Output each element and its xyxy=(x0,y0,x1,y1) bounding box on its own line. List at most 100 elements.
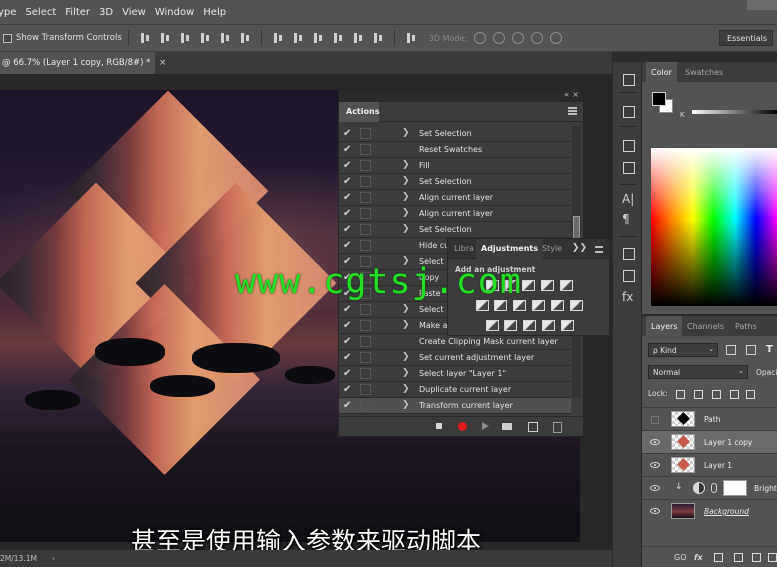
play-icon[interactable] xyxy=(480,421,491,432)
properties-icon[interactable] xyxy=(621,104,635,118)
visibility-off-icon[interactable] xyxy=(651,416,659,424)
menu-help[interactable]: Help xyxy=(203,7,235,18)
trash-icon[interactable] xyxy=(551,421,562,433)
check-icon[interactable]: ✔ xyxy=(343,336,351,347)
action-row[interactable]: ✔ ❯ Duplicate current layer xyxy=(339,382,571,398)
distribute-top-icon[interactable] xyxy=(272,32,284,44)
align-hcenter-icon[interactable] xyxy=(219,32,231,44)
check-icon[interactable]: ✔ xyxy=(343,384,351,395)
check-icon[interactable]: ✔ xyxy=(343,368,351,379)
expand-icon[interactable]: ❯ xyxy=(402,320,410,330)
action-row[interactable]: ✔ ❯ Align current layer xyxy=(339,206,571,222)
brush-presets-icon[interactable] xyxy=(621,160,635,174)
dialog-toggle[interactable] xyxy=(360,240,371,251)
dialog-toggle[interactable] xyxy=(360,320,371,331)
layer-name[interactable]: Background xyxy=(704,507,749,516)
history-icon[interactable] xyxy=(621,72,635,86)
curves-icon[interactable] xyxy=(522,280,535,291)
tab-channels[interactable]: Channels xyxy=(682,316,729,336)
channel-mixer-icon[interactable] xyxy=(551,300,564,311)
3d-roll-icon[interactable] xyxy=(493,32,506,44)
blend-mode-select[interactable]: Normal ⌄ xyxy=(648,365,748,379)
check-icon[interactable]: ✔ xyxy=(343,192,351,203)
dialog-toggle[interactable] xyxy=(360,336,371,347)
check-icon[interactable]: ✔ xyxy=(343,128,351,139)
posterize-icon[interactable] xyxy=(504,320,517,331)
workspace-switcher[interactable]: Essentials xyxy=(719,30,773,46)
layer-name[interactable]: Path xyxy=(704,415,720,424)
expand-icon[interactable]: ❯ xyxy=(402,160,410,170)
brush-icon[interactable] xyxy=(621,138,635,152)
check-icon[interactable]: ✔ xyxy=(343,240,351,251)
eye-icon[interactable] xyxy=(650,485,660,491)
new-layer-icon[interactable] xyxy=(768,553,777,562)
fx-icon[interactable]: fx xyxy=(694,553,703,562)
expand-icon[interactable]: ❯ xyxy=(402,400,410,410)
action-row[interactable]: ✔ Reset Swatches xyxy=(339,142,571,158)
lock-position-icon[interactable] xyxy=(712,390,721,399)
3d-rotate-icon[interactable] xyxy=(474,32,487,44)
new-group-icon[interactable] xyxy=(752,553,761,562)
layer-name[interactable]: Brightn xyxy=(754,484,777,493)
layer-row[interactable]: Path xyxy=(642,407,777,430)
add-mask-icon[interactable] xyxy=(714,553,723,562)
tab-libraries[interactable]: Libra xyxy=(454,244,474,253)
lock-transparent-icon[interactable] xyxy=(676,390,685,399)
distribute-bottom-icon[interactable] xyxy=(312,32,324,44)
distribute-hcenter-icon[interactable] xyxy=(352,32,364,44)
filter-adjustment-icon[interactable] xyxy=(746,345,756,355)
dock-header[interactable] xyxy=(642,52,777,62)
eye-icon[interactable] xyxy=(650,439,660,445)
lock-artboard-icon[interactable] xyxy=(730,390,739,399)
dialog-toggle[interactable] xyxy=(360,128,371,139)
menu-window[interactable]: Window xyxy=(155,7,203,18)
filter-pixel-icon[interactable] xyxy=(726,345,736,355)
expand-icon[interactable]: ❯ xyxy=(402,304,410,314)
dialog-toggle[interactable] xyxy=(360,400,371,411)
align-bottom-icon[interactable] xyxy=(179,32,191,44)
lock-all-icon[interactable] xyxy=(746,390,755,399)
align-right-icon[interactable] xyxy=(239,32,251,44)
dialog-toggle[interactable] xyxy=(360,384,371,395)
libraries-icon[interactable] xyxy=(621,246,635,260)
strip-header[interactable] xyxy=(613,52,641,62)
dialog-toggle[interactable] xyxy=(360,224,371,235)
distribute-vcenter-icon[interactable] xyxy=(292,32,304,44)
tab-layers[interactable]: Layers xyxy=(646,316,683,336)
panel-menu-icon[interactable] xyxy=(568,107,577,115)
action-row[interactable]: ✔ ❯ Set Selection xyxy=(339,222,571,238)
dialog-toggle[interactable] xyxy=(360,160,371,171)
menu-filter[interactable]: Filter xyxy=(65,7,99,18)
action-row[interactable]: ✔ ❯ Set Selection xyxy=(339,126,571,142)
new-action-icon[interactable] xyxy=(527,421,538,432)
check-icon[interactable]: ✔ xyxy=(343,208,351,219)
gradient-map-icon[interactable] xyxy=(561,320,574,331)
action-row[interactable]: ✔ ❯ Align current layer xyxy=(339,190,571,206)
menu-type[interactable]: ype xyxy=(0,7,25,18)
distribute-right-icon[interactable] xyxy=(372,32,384,44)
collapse-panel-icon[interactable]: « xyxy=(564,90,569,99)
link-icon[interactable] xyxy=(711,483,717,493)
dialog-toggle[interactable] xyxy=(360,208,371,219)
invert-icon[interactable] xyxy=(486,320,499,331)
menu-view[interactable]: View xyxy=(122,7,155,18)
filter-kind-select[interactable]: ρ Kind ⌄ xyxy=(648,343,718,357)
vibrance-icon[interactable] xyxy=(560,280,573,291)
eye-icon[interactable] xyxy=(650,508,660,514)
document-tab[interactable]: @ 66.7% (Layer 1 copy, RGB/8#) * × xyxy=(0,52,166,74)
layer-name[interactable]: Layer 1 copy xyxy=(704,438,752,447)
panel-header[interactable]: « × xyxy=(339,90,583,102)
foreground-color-swatch[interactable] xyxy=(652,92,666,106)
expand-panel-icon[interactable]: ❯❯ xyxy=(572,243,587,253)
filter-type-icon[interactable]: T xyxy=(766,344,773,355)
layer-name[interactable]: Layer 1 xyxy=(704,461,732,470)
styles-icon[interactable]: fx xyxy=(622,290,633,304)
layer-row[interactable]: Layer 1 xyxy=(642,453,777,476)
tab-actions[interactable]: Actions xyxy=(339,102,379,122)
close-panel-icon[interactable]: × xyxy=(572,90,579,99)
expand-icon[interactable]: ❯ xyxy=(402,176,410,186)
check-icon[interactable]: ✔ xyxy=(343,160,351,171)
check-icon[interactable]: ✔ xyxy=(343,400,351,411)
dialog-toggle[interactable] xyxy=(360,352,371,363)
record-icon[interactable] xyxy=(457,421,468,432)
